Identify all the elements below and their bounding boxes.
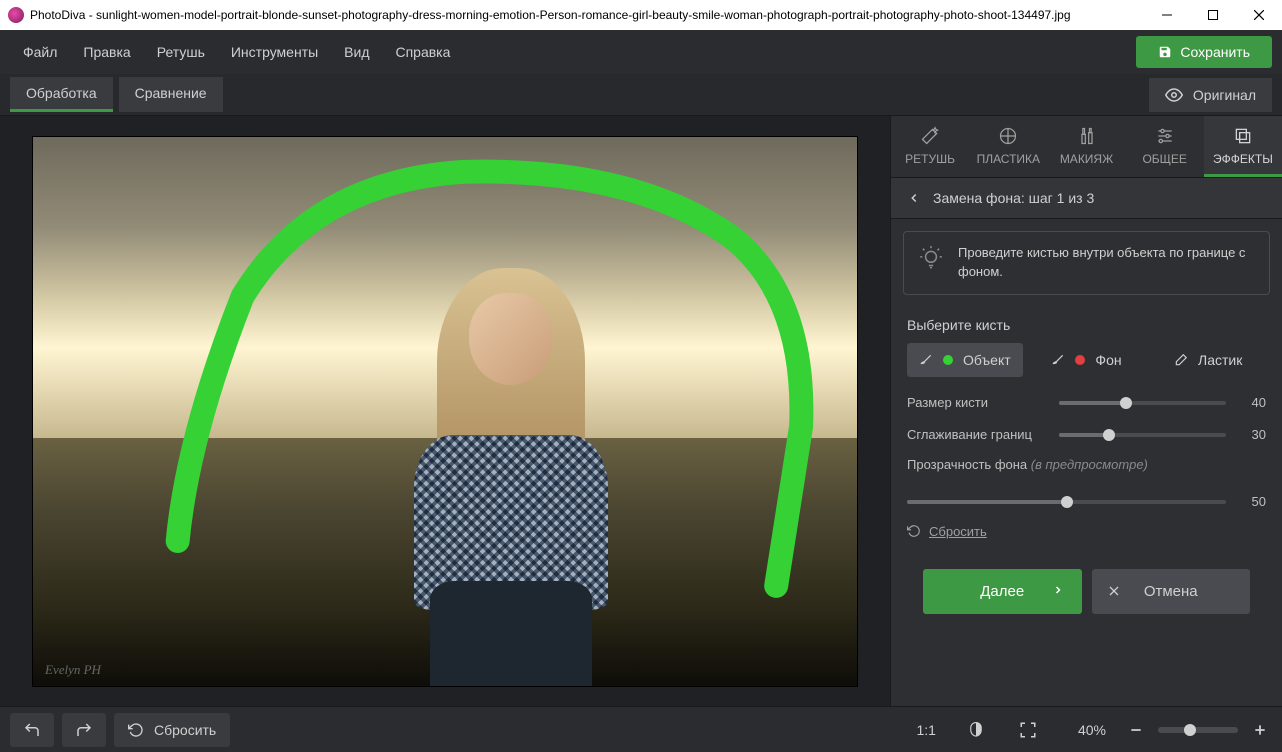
maximize-button[interactable]: [1190, 0, 1236, 30]
reset-icon: [128, 722, 144, 738]
effects-icon: [1233, 126, 1253, 146]
close-button[interactable]: [1236, 0, 1282, 30]
zoom-controls: 40%: [1070, 713, 1272, 747]
back-button[interactable]: [907, 191, 921, 205]
next-button[interactable]: Далее: [923, 569, 1082, 614]
zoom-in-button[interactable]: [1248, 713, 1272, 747]
sliders-icon: [1155, 126, 1175, 146]
save-icon: [1158, 45, 1172, 59]
slider-smooth: Сглаживание границ 30: [907, 425, 1266, 445]
face-button[interactable]: [954, 713, 998, 747]
menu-tools[interactable]: Инструменты: [218, 36, 331, 68]
titlebar: PhotoDiva - sunlight-women-model-portrai…: [0, 0, 1282, 30]
menubar: Файл Правка Ретушь Инструменты Вид Справ…: [0, 30, 1282, 74]
hint-text: Проведите кистью внутри объекта по грани…: [958, 244, 1255, 282]
undo-button[interactable]: [10, 713, 54, 747]
slider-opacity-track[interactable]: [907, 492, 1226, 512]
side-panel: РЕТУШЬ ПЛАСТИКА МАКИЯЖ ОБЩЕЕ ЭФФЕКТЫ: [890, 116, 1282, 706]
chevron-right-icon: [1052, 583, 1064, 600]
redo-icon: [75, 721, 93, 739]
tab-compare[interactable]: Сравнение: [119, 77, 223, 112]
canvas-area[interactable]: Evelyn PH: [0, 116, 890, 706]
brush-section-label: Выберите кисть: [907, 317, 1266, 333]
undo-icon: [23, 721, 41, 739]
menu-edit[interactable]: Правка: [70, 36, 143, 68]
brush-background[interactable]: Фон: [1029, 343, 1145, 377]
original-label: Оригинал: [1193, 87, 1256, 103]
brush-selector: Объект Фон Ластик: [907, 343, 1266, 377]
brush-icon: [1051, 353, 1065, 367]
step-title: Замена фона: шаг 1 из 3: [933, 190, 1094, 206]
tool-tab-makeup[interactable]: МАКИЯЖ: [1047, 116, 1125, 177]
brush-eraser[interactable]: Ластик: [1150, 343, 1266, 377]
wand-icon: [920, 126, 940, 146]
slider-brush-size: Размер кисти 40: [907, 393, 1266, 413]
tab-process[interactable]: Обработка: [10, 77, 113, 112]
fullscreen-button[interactable]: [1006, 713, 1050, 747]
save-button[interactable]: Сохранить: [1136, 36, 1272, 68]
app-icon: [8, 7, 24, 23]
step-header: Замена фона: шаг 1 из 3: [891, 178, 1282, 219]
fullscreen-icon: [1019, 721, 1037, 739]
close-icon: [1108, 585, 1120, 597]
plus-icon: [1253, 723, 1267, 737]
eye-icon: [1165, 86, 1183, 104]
reset-link[interactable]: Сбросить: [907, 524, 1266, 539]
makeup-icon: [1077, 126, 1097, 146]
brush-icon: [919, 353, 933, 367]
eraser-icon: [1174, 353, 1188, 367]
brush-object[interactable]: Объект: [907, 343, 1023, 377]
cancel-button[interactable]: Отмена: [1092, 569, 1251, 614]
view-toolbar: Обработка Сравнение Оригинал: [0, 74, 1282, 116]
reset-icon: [907, 524, 921, 538]
menu-view[interactable]: Вид: [331, 36, 382, 68]
bottom-bar: Сбросить 1:1 40%: [0, 706, 1282, 752]
save-label: Сохранить: [1180, 44, 1250, 60]
tool-tab-plastic[interactable]: ПЛАСТИКА: [969, 116, 1047, 177]
lightbulb-icon: [918, 246, 944, 272]
menu-retouch[interactable]: Ретушь: [144, 36, 218, 68]
zoom-out-button[interactable]: [1124, 713, 1148, 747]
tool-tab-retouch[interactable]: РЕТУШЬ: [891, 116, 969, 177]
slider-brush-size-track[interactable]: [1059, 393, 1226, 413]
watermark: Evelyn PH: [45, 662, 101, 678]
photo[interactable]: Evelyn PH: [32, 136, 858, 687]
hint-box: Проведите кистью внутри объекта по грани…: [903, 231, 1270, 295]
tool-tab-general[interactable]: ОБЩЕЕ: [1126, 116, 1204, 177]
original-button[interactable]: Оригинал: [1149, 78, 1272, 112]
minus-icon: [1129, 723, 1143, 737]
tool-tab-effects[interactable]: ЭФФЕКТЫ: [1204, 116, 1282, 177]
minimize-button[interactable]: [1144, 0, 1190, 30]
menu-help[interactable]: Справка: [382, 36, 463, 68]
slider-smooth-track[interactable]: [1059, 425, 1226, 445]
zoom-value[interactable]: 40%: [1070, 713, 1114, 747]
window-title: PhotoDiva - sunlight-women-model-portrai…: [30, 8, 1144, 22]
zoom-slider[interactable]: [1158, 727, 1238, 733]
redo-button[interactable]: [62, 713, 106, 747]
plastic-icon: [998, 126, 1018, 146]
chevron-left-icon: [907, 191, 921, 205]
reset-button[interactable]: Сбросить: [114, 713, 230, 747]
face-icon: [967, 721, 985, 739]
slider-opacity: Прозрачность фона (в предпросмотре) 50: [907, 457, 1266, 512]
tool-tabs: РЕТУШЬ ПЛАСТИКА МАКИЯЖ ОБЩЕЕ ЭФФЕКТЫ: [891, 116, 1282, 178]
menu-file[interactable]: Файл: [10, 36, 70, 68]
ratio-button[interactable]: 1:1: [907, 713, 946, 747]
